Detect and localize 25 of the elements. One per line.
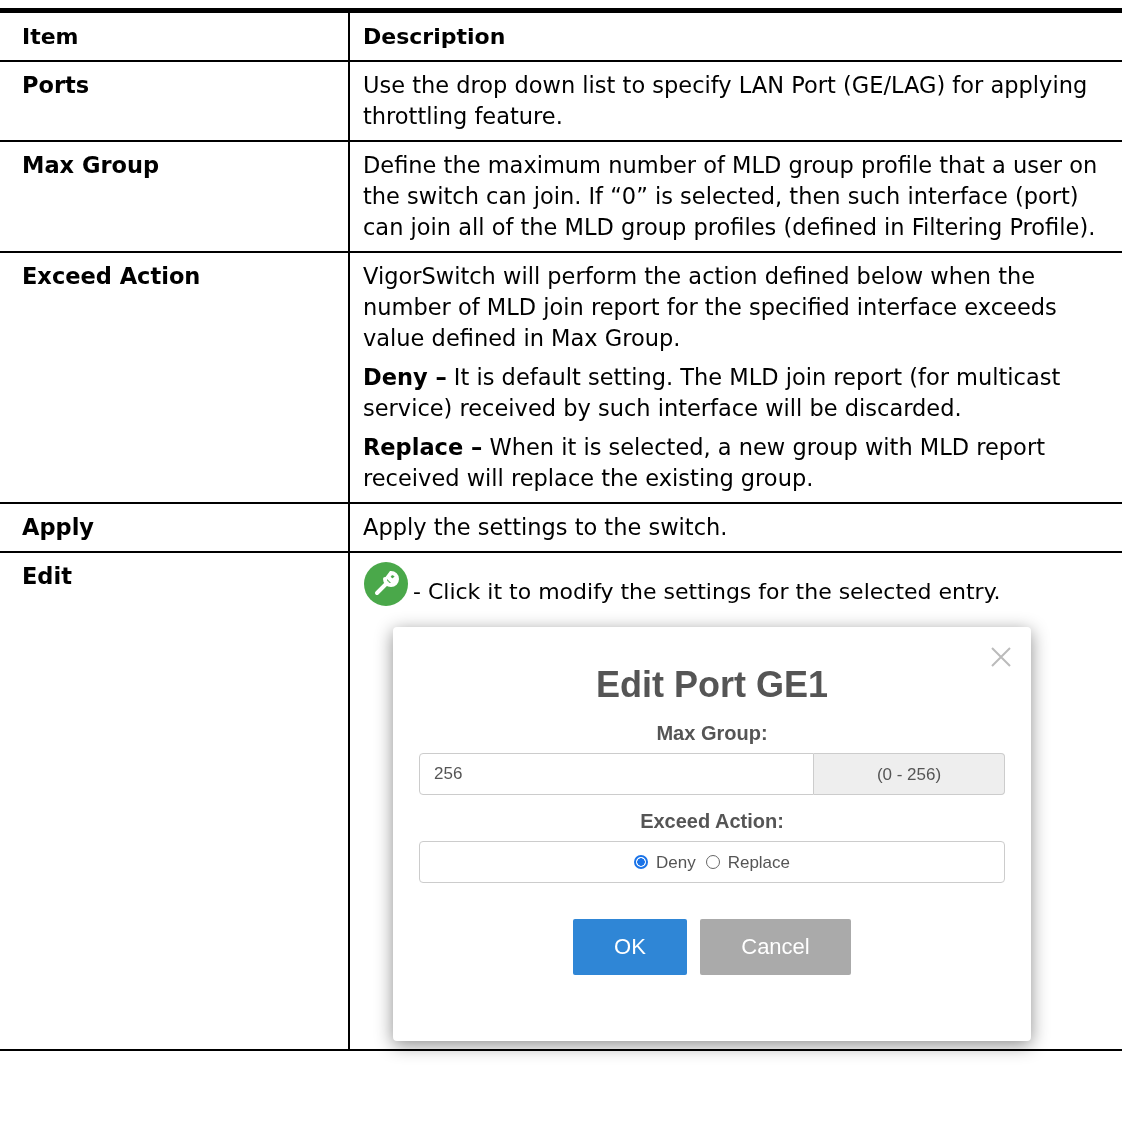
description-text: - Click it to modify the settings for the selected entry. bbox=[413, 578, 1001, 606]
radio-button[interactable] bbox=[633, 855, 648, 869]
column-header: Description bbox=[349, 10, 1122, 61]
item-name: Apply bbox=[0, 503, 349, 552]
item-name: Exceed Action bbox=[0, 252, 349, 503]
radio-label: Deny bbox=[655, 851, 696, 874]
description-text: Replace – When it is selected, a new group with MLD report received will replace the existing group. bbox=[363, 433, 1046, 493]
item-name: Max Group bbox=[0, 141, 349, 252]
cancel-button[interactable]: Cancel bbox=[700, 919, 851, 975]
field-label: Exceed Action: bbox=[639, 809, 785, 833]
description-text: VigorSwitch will perform the action defined below when the number of MLD join report for the specified interface exceeds value defined in Max Group. bbox=[363, 262, 1058, 353]
ok-button[interactable]: OK bbox=[573, 919, 687, 975]
description-text: Define the maximum number of MLD group profile that a user on the switch can join. If “0” is selected, then such interface (port) can join all of the MLD group profiles (defined in Filtering Profile). bbox=[363, 151, 1099, 242]
radio-label: Replace bbox=[727, 851, 791, 874]
field-label: Max Group: bbox=[655, 721, 769, 745]
description-text: Apply the settings to the switch. bbox=[363, 513, 729, 542]
description-text: Deny – It is default setting. The MLD join report (for multicast service) received by such interface will be discarded. bbox=[363, 363, 1062, 423]
item-name: Ports bbox=[0, 61, 349, 141]
max-group-field[interactable]: 256 bbox=[419, 753, 814, 795]
item-name: Edit bbox=[0, 552, 349, 1050]
column-header: Item bbox=[0, 10, 349, 61]
description-text: Use the drop down list to specify LAN Port (GE/LAG) for applying throttling feature. bbox=[363, 71, 1089, 131]
range-hint: (0 - 256) bbox=[814, 753, 1005, 795]
radio-button[interactable] bbox=[705, 855, 720, 869]
dialog-title: Edit Port GE1 bbox=[595, 663, 829, 707]
